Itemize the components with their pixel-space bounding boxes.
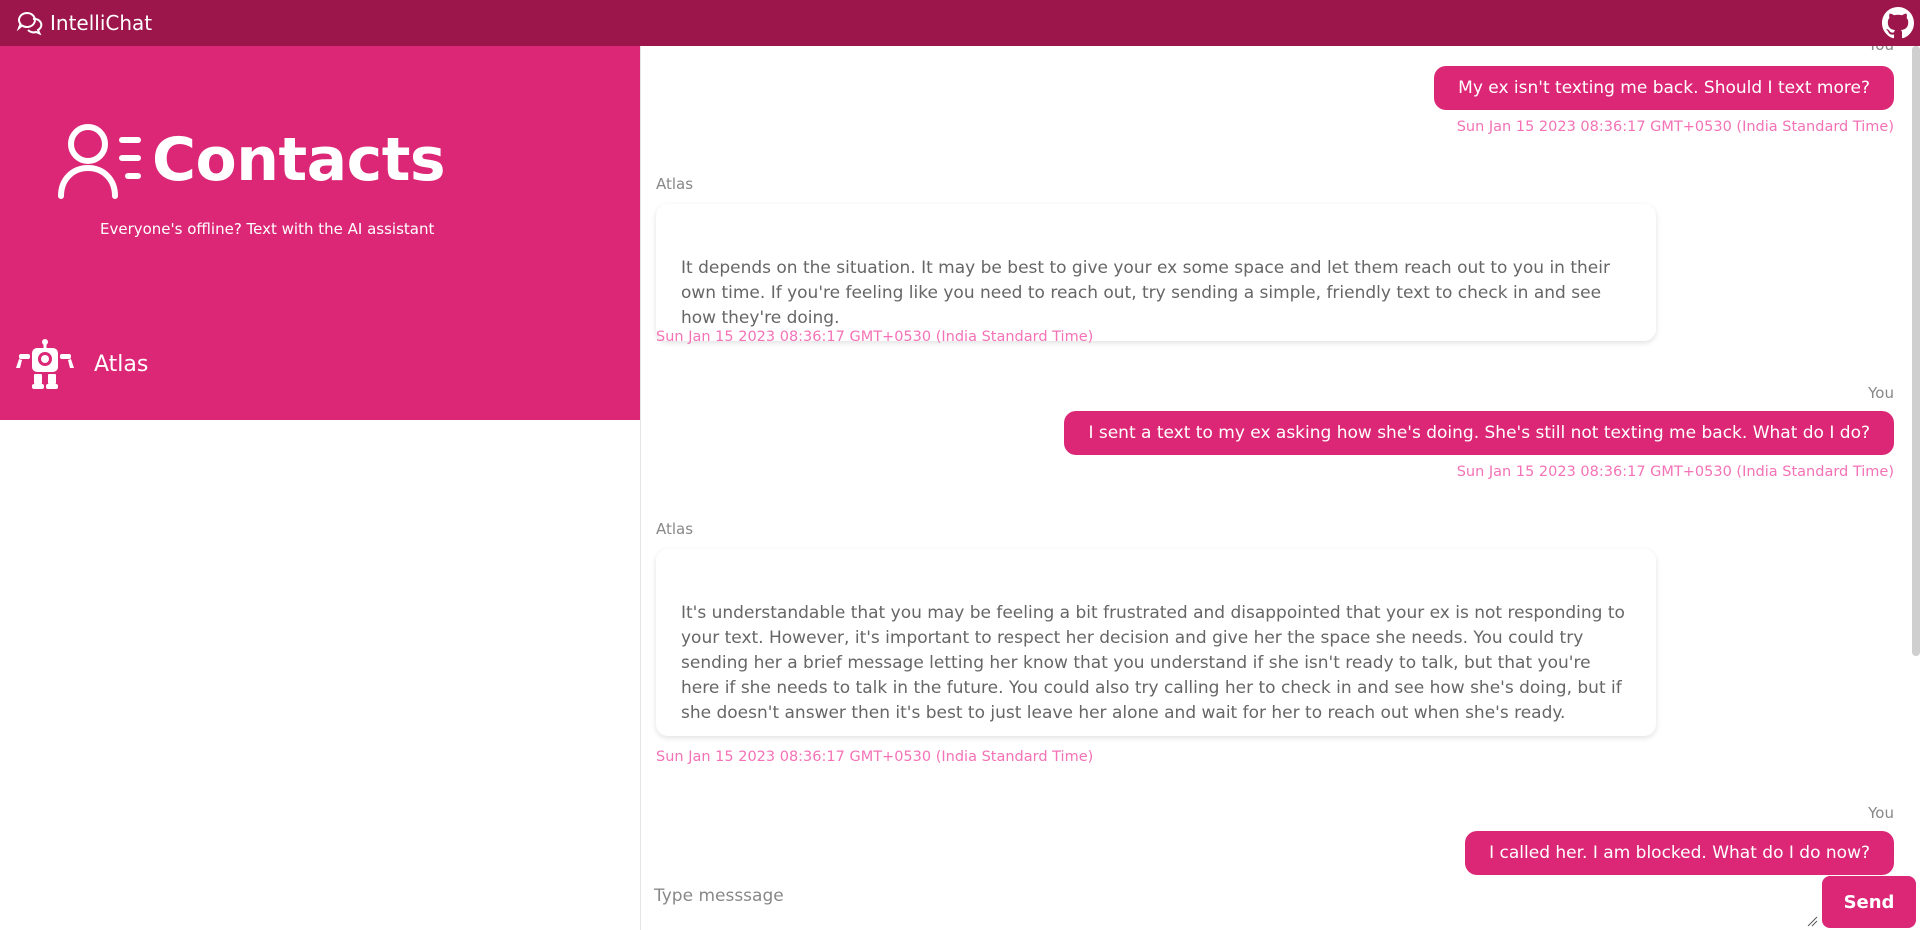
contact-name: Atlas xyxy=(94,351,149,377)
send-button[interactable]: Send xyxy=(1822,876,1916,928)
app-name: IntelliChat xyxy=(50,11,153,35)
message-sender: Atlas xyxy=(656,175,694,193)
contacts-panel: Contacts Everyone's offline? Text with t… xyxy=(0,46,640,420)
assistant-message-bubble: It's understandable that you may be feel… xyxy=(656,549,1656,736)
message-input[interactable] xyxy=(654,886,1814,926)
contacts-header: Contacts xyxy=(56,120,446,200)
user-message-bubble: I called her. I am blocked. What do I do… xyxy=(1465,831,1894,875)
message-sender: You xyxy=(1868,46,1894,54)
assistant-message-bubble: It depends on the situation. It may be b… xyxy=(656,204,1656,341)
composer xyxy=(640,876,1820,930)
chat-panel[interactable]: You My ex isn't texting me back. Should … xyxy=(640,46,1920,930)
contact-item-atlas[interactable]: Atlas xyxy=(16,338,148,390)
message-timestamp: Sun Jan 15 2023 08:36:17 GMT+0530 (India… xyxy=(656,749,1094,765)
chat-scrollbar[interactable] xyxy=(1912,46,1920,656)
message-sender: You xyxy=(1868,384,1894,402)
contacts-list-icon xyxy=(56,120,144,200)
user-message-bubble: I sent a text to my ex asking how she's … xyxy=(1064,411,1894,455)
robot-icon xyxy=(16,338,74,390)
message-sender: You xyxy=(1868,804,1894,822)
message-timestamp: Sun Jan 15 2023 08:36:17 GMT+0530 (India… xyxy=(1456,464,1894,480)
top-navbar: IntelliChat xyxy=(0,0,1920,46)
chat-bubbles-icon xyxy=(16,9,44,37)
contacts-title: Contacts xyxy=(152,125,446,195)
message-timestamp: Sun Jan 15 2023 08:36:17 GMT+0530 (India… xyxy=(1456,119,1894,135)
resize-handle-icon[interactable] xyxy=(1806,912,1818,927)
contacts-subtitle: Everyone's offline? Text with the AI ass… xyxy=(100,220,435,238)
user-message-bubble: My ex isn't texting me back. Should I te… xyxy=(1434,66,1894,110)
message-sender: Atlas xyxy=(656,520,694,538)
scrollbar-thumb[interactable] xyxy=(1912,46,1920,656)
brand-link[interactable]: IntelliChat xyxy=(16,9,152,37)
message-timestamp: Sun Jan 15 2023 08:36:17 GMT+0530 (India… xyxy=(656,329,1094,345)
github-icon[interactable] xyxy=(1882,7,1914,39)
